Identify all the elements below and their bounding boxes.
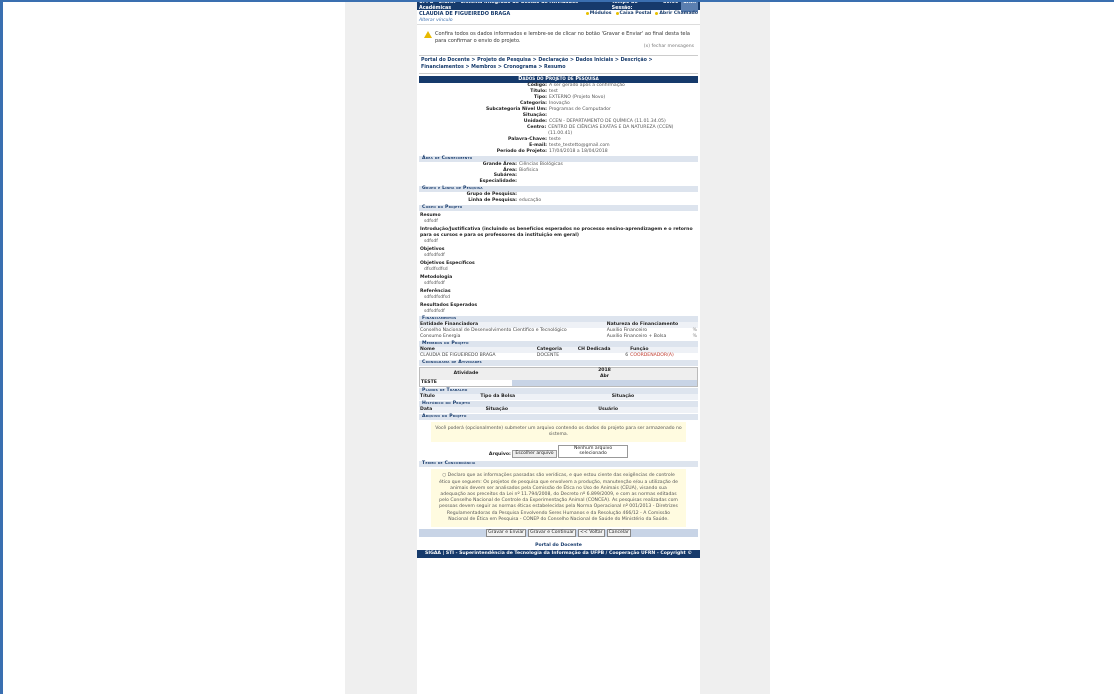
terms-box: ○ Declaro que as informações passadas sã… — [431, 469, 686, 527]
specific-objectives-block: Objetivos Específicos dfsdfsdfsd — [420, 261, 475, 273]
modules-icon — [585, 12, 589, 15]
project-period: 17/04/2018 a 18/04/2018 — [549, 148, 608, 154]
body-section-header: Corpo do Projeto — [419, 205, 698, 212]
top-bar: UFPB - SIGAA - Sistema Integrado de Gest… — [417, 2, 700, 13]
summary-block: Resumo sdfsdf — [420, 213, 441, 225]
user-name: CLAUDIA DE FIGUEIREDO BRAGA — [419, 11, 511, 17]
terms-checkbox[interactable]: ○ — [442, 473, 446, 478]
project-subcategory: Programas de Computador — [549, 106, 611, 112]
save-and-send-button[interactable]: Gravar e Enviar — [486, 528, 527, 537]
table-row: TESTE — [420, 379, 698, 387]
schedule-table: Atividade 2018 Abr TESTE — [419, 366, 698, 387]
references-block: Referências sdfsdfsdfsd — [420, 289, 451, 300]
modules-link[interactable]: Módulos — [585, 11, 612, 23]
back-button[interactable]: << Voltar — [578, 528, 605, 537]
choose-file-button[interactable]: Escolher arquivo — [512, 450, 557, 459]
footer: SIGAA | STI - Superintendência de Tecnol… — [417, 549, 700, 558]
portal-link[interactable]: Portal do Docente — [417, 543, 700, 549]
warning-icon — [424, 31, 432, 39]
user-info: CLAUDIA DE FIGUEIREDO BRAGA Alterar vínc… — [417, 10, 700, 26]
action-bar: Gravar e Enviar Gravar e Continuar << Vo… — [419, 528, 698, 537]
file-info: Você poderá (opcionalmente) submeter um … — [431, 421, 686, 442]
breadcrumb: Portal do Docente > Projeto de Pesquisa … — [419, 55, 698, 74]
results-block: Resultados Esperados sdfsdfsdf — [420, 302, 478, 314]
methodology-block: Metodologia sdfsdfsdf — [420, 275, 453, 287]
file-upload-row: Arquivo: Escolher arquivo Nenhum arquivo… — [417, 444, 700, 459]
terms-text: Declaro que as informações passadas são … — [439, 473, 678, 522]
funding-table: Entidade Financiadora Natureza do Financi… — [419, 321, 698, 339]
project-code: A ser gerado após a confirmação — [549, 82, 625, 88]
sigaa-page: UFPB - SIGAA - Sistema Integrado de Gest… — [417, 2, 700, 694]
table-row: CLAUDIA DE FIGUEIREDO BRAGA DOCENTE 6 COORD… — [420, 352, 674, 358]
ticket-link[interactable]: Abrir Chamado — [655, 11, 698, 23]
ticket-icon — [655, 12, 659, 15]
window-frame-left — [0, 0, 3, 694]
history-table: Data Situação Usuário — [419, 406, 698, 413]
file-name-display: Nenhum arquivo selecionado — [558, 444, 629, 459]
project-center: CENTRO DE CIÊNCIAS EXATAS E DA NATUREZA … — [548, 124, 674, 136]
project-data-header: Dados do Projeto de Pesquisa — [419, 75, 698, 83]
file-section-header: Arquivo do Projeto — [419, 413, 698, 420]
cancel-button[interactable]: Cancelar — [606, 528, 631, 537]
terms-section-header: Termo de Concordância — [419, 461, 698, 468]
warning-text: Confira todos os dados informados e lemb… — [435, 31, 690, 44]
project-details: Código: A ser gerado após a confirmação T… — [417, 83, 700, 155]
objectives-block: Objetivos sdfsdfsdf — [420, 247, 445, 259]
plans-table: Título Tipo da Bolsa Situação — [419, 393, 698, 400]
members-table: Nome Categoria CH Dedicada Função CLAUDIA D… — [419, 346, 698, 359]
area-details: Grande Área: Ciências Biológicas Área: Bio… — [479, 161, 563, 185]
save-and-continue-button[interactable]: Gravar e Continuar — [528, 528, 577, 537]
schedule-cell — [512, 379, 698, 387]
table-row: Consumo Energia Auxílio Financeiro + Bols… — [420, 333, 697, 339]
close-messages-link[interactable]: (x) fechar mensagens — [435, 44, 694, 50]
warning-message: Confira todos os dados informados e lemb… — [421, 29, 696, 53]
file-label: Arquivo: — [488, 451, 511, 457]
mailbox-icon — [615, 12, 619, 15]
mailbox-link[interactable]: Caixa Postal — [615, 11, 651, 23]
user-menu: Módulos Caixa Postal Abrir Chamado — [585, 11, 698, 23]
introduction-block: Introdução/Justificativa (incluindo os b… — [420, 227, 693, 245]
change-link[interactable]: Alterar vínculo — [419, 18, 510, 24]
group-details: Grupo de Pesquisa: Linha de Pesquisa: edu… — [466, 192, 542, 204]
schedule-section-header: Cronograma de Atividades — [419, 359, 698, 366]
